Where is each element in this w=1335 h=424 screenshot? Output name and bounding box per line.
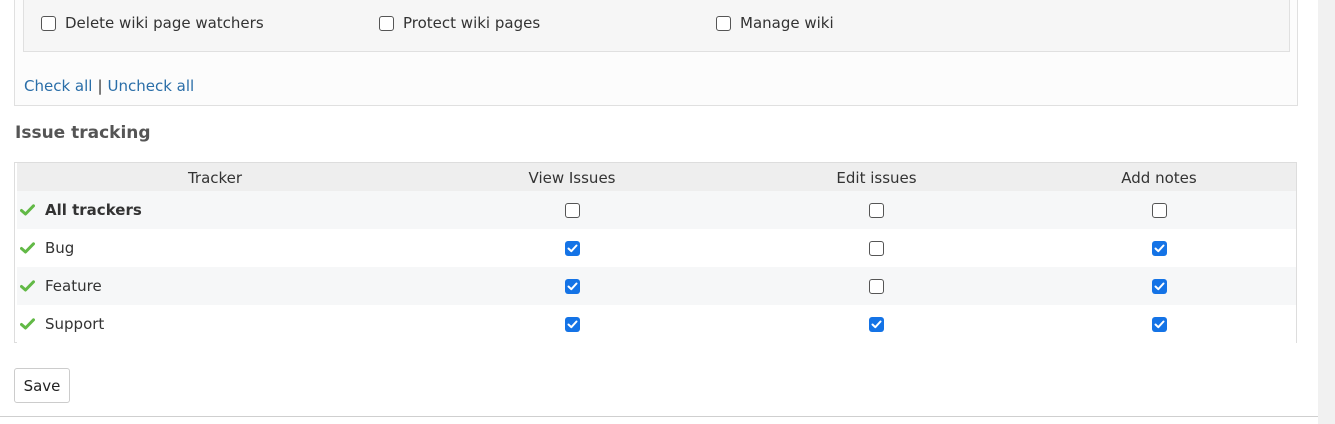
perm-label: Protect wiki pages (403, 14, 541, 32)
checkbox-unchecked[interactable] (869, 279, 884, 294)
add-notes-cell (1022, 267, 1296, 305)
table-row: Bug (17, 229, 1296, 267)
wiki-permissions-fieldset: Delete wiki page watchers Protect wiki p… (23, 0, 1290, 52)
perm-label: Delete wiki page watchers (65, 14, 264, 32)
checkbox-checked[interactable] (564, 279, 580, 294)
permissions-box: Delete wiki page watchers Protect wiki p… (14, 0, 1298, 106)
tracker-name-cell: Feature (17, 267, 413, 305)
view-issues-cell (413, 191, 731, 229)
save-button[interactable]: Save (14, 368, 70, 403)
checkbox-unchecked[interactable] (869, 241, 884, 256)
checkbox-unchecked[interactable] (564, 203, 580, 218)
table-row: Feature (17, 267, 1296, 305)
add-notes-cell (1022, 229, 1296, 267)
perm-manage-wiki[interactable]: Manage wiki (716, 14, 834, 32)
edit-issues-cell (731, 229, 1022, 267)
checkbox-checked[interactable] (869, 317, 884, 332)
scrollbar-track[interactable] (1318, 0, 1335, 424)
tracker-name: Bug (45, 239, 75, 257)
edit-issues-cell (731, 267, 1022, 305)
green-checkmark-icon[interactable] (20, 318, 35, 330)
check-links: Check all | Uncheck all (24, 77, 194, 95)
view-issues-cell (413, 267, 731, 305)
link-separator: | (97, 77, 103, 95)
checkbox-unchecked[interactable] (869, 203, 884, 218)
add-notes-cell (1022, 305, 1296, 343)
tracker-name-cell: All trackers (17, 191, 413, 229)
perm-protect-wiki-pages[interactable]: Protect wiki pages (379, 14, 540, 32)
checkbox-unchecked[interactable] (1151, 203, 1167, 218)
edit-issues-cell (731, 191, 1022, 229)
checkbox-checked[interactable] (1151, 317, 1167, 332)
perm-checkbox[interactable] (41, 15, 56, 31)
header-tracker: Tracker (187, 169, 243, 187)
perm-delete-wiki-page-watchers[interactable]: Delete wiki page watchers (41, 14, 264, 32)
issue-tracking-title: Issue tracking (15, 123, 151, 143)
perm-label: Manage wiki (740, 14, 834, 32)
issue-tracking-table: Tracker View Issues Edit issues Add note… (14, 162, 1297, 343)
tracker-name: Feature (45, 277, 102, 295)
perm-checkbox[interactable] (716, 15, 731, 31)
tracker-name-cell: Bug (17, 229, 413, 267)
page: Delete wiki page watchers Protect wiki p… (0, 0, 1318, 417)
add-notes-cell (1022, 191, 1296, 229)
table-header-row: Tracker View Issues Edit issues Add note… (17, 163, 1296, 191)
uncheck-all-link[interactable]: Uncheck all (108, 77, 195, 95)
green-checkmark-icon[interactable] (20, 280, 35, 292)
header-add-notes[interactable]: Add notes (1022, 163, 1296, 191)
header-edit-issues[interactable]: Edit issues (731, 163, 1022, 191)
green-checkmark-icon[interactable] (20, 242, 35, 254)
tracker-name: Support (45, 315, 105, 333)
check-all-link[interactable]: Check all (24, 77, 92, 95)
tracker-name: All trackers (45, 201, 142, 219)
header-view-issues[interactable]: View Issues (413, 163, 731, 191)
checkbox-checked[interactable] (1151, 241, 1167, 256)
edit-issues-cell (731, 305, 1022, 343)
green-checkmark-icon[interactable] (20, 204, 35, 216)
checkbox-checked[interactable] (564, 241, 580, 256)
checkbox-checked[interactable] (564, 317, 580, 332)
table-row: All trackers (17, 191, 1296, 229)
view-issues-cell (413, 305, 731, 343)
table-row: Support (17, 305, 1296, 343)
tracker-name-cell: Support (17, 305, 413, 343)
perm-checkbox[interactable] (379, 15, 394, 31)
view-issues-cell (413, 229, 731, 267)
divider (0, 416, 1318, 417)
checkbox-checked[interactable] (1151, 279, 1167, 294)
